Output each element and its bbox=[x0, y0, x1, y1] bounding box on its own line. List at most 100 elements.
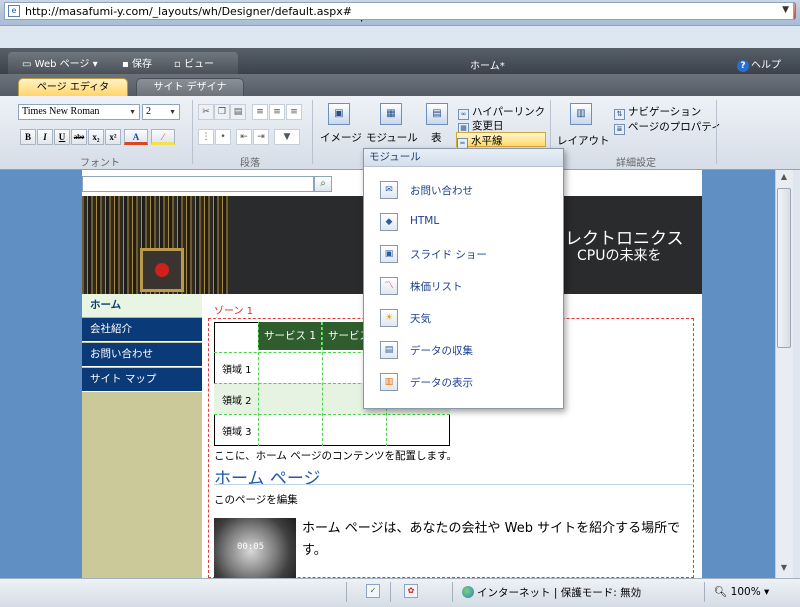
align-left-icon[interactable]: ≡ bbox=[252, 104, 268, 120]
insert-table-button[interactable]: 表 bbox=[431, 130, 442, 145]
align-center-icon[interactable]: ≡ bbox=[269, 104, 285, 120]
chevron-down-icon: ▼ bbox=[169, 108, 176, 116]
outdent-icon[interactable]: ⇤ bbox=[236, 129, 252, 145]
strikethrough-button[interactable]: abe bbox=[71, 129, 87, 145]
font-size-value: 2 bbox=[146, 106, 151, 117]
zoom-control[interactable]: 🔍︎ 100% ▾ bbox=[714, 585, 769, 598]
module-item-data-view[interactable]: ▥ データの表示 bbox=[364, 367, 563, 397]
nav-item-about[interactable]: 会社紹介 bbox=[82, 318, 202, 342]
view-icon: ▫ bbox=[174, 59, 184, 70]
banner-subtitle: CPUの未来を bbox=[577, 248, 662, 264]
indent-icon[interactable]: ⇥ bbox=[253, 129, 269, 145]
font-name-select[interactable]: Times New Roman ▼ bbox=[18, 104, 140, 120]
numbered-list-icon[interactable]: ⋮ bbox=[198, 129, 214, 145]
hyperlink-label: ハイパーリンク bbox=[472, 106, 546, 118]
status-divider bbox=[452, 582, 453, 602]
address-url[interactable]: http://masafumi-y.com/_layouts/wh/Design… bbox=[25, 5, 352, 18]
module-item-slideshow[interactable]: ▣ スライド ショー bbox=[364, 239, 563, 269]
font-size-select[interactable]: 2 ▼ bbox=[142, 104, 180, 120]
paste-icon[interactable]: ▤ bbox=[230, 104, 246, 120]
module-item-stocks[interactable]: 〽株価リスト bbox=[364, 271, 563, 301]
insert-module-button[interactable]: モジュール bbox=[366, 130, 418, 145]
module-item-label: データの表示 bbox=[410, 377, 473, 389]
paint-bucket-icon[interactable]: ▼ bbox=[274, 129, 300, 145]
module-item-weather[interactable]: ☀ 天気 bbox=[364, 303, 563, 333]
module-item-label: 天気 bbox=[410, 313, 431, 325]
subscript-button[interactable]: x₂ bbox=[88, 129, 104, 145]
bullet-list-icon[interactable]: • bbox=[215, 129, 231, 145]
search-icon[interactable]: ⌕ bbox=[314, 176, 332, 192]
scroll-up-icon[interactable]: ▲ bbox=[776, 172, 792, 186]
status-divider bbox=[390, 582, 391, 602]
image-icon[interactable]: ▣ bbox=[328, 103, 350, 125]
tab-page-editor[interactable]: ページ エディタ bbox=[18, 78, 128, 96]
insert-image-button[interactable]: イメージ bbox=[320, 130, 362, 145]
window-edge bbox=[793, 170, 800, 578]
scroll-down-icon[interactable]: ▼ bbox=[776, 563, 792, 577]
globe-icon bbox=[462, 586, 474, 598]
copy-icon[interactable]: ❐ bbox=[214, 104, 230, 120]
module-icon[interactable]: ▦ bbox=[380, 103, 402, 125]
chevron-down-icon[interactable]: ▼ bbox=[782, 5, 789, 15]
status-bar bbox=[0, 578, 800, 607]
grid-row-label: 領域 3 bbox=[222, 427, 252, 438]
home-heading: ホーム ページ bbox=[214, 469, 321, 489]
module-item-label: スライド ショー bbox=[410, 249, 487, 261]
underline-button[interactable]: U bbox=[54, 129, 70, 145]
placeholder-note: ここに、ホーム ページのコンテンツを配置します。 bbox=[214, 450, 457, 462]
italic-button[interactable]: I bbox=[37, 129, 53, 145]
save-button[interactable]: ▪ 保存 bbox=[122, 55, 152, 70]
scroll-thumb[interactable] bbox=[777, 188, 791, 348]
align-right-icon[interactable]: ≡ bbox=[286, 104, 302, 120]
nav-item-home[interactable]: ホーム bbox=[82, 294, 202, 318]
page-icon: ▭ bbox=[22, 59, 35, 70]
address-field[interactable]: e http://masafumi-y.com/_layouts/wh/Desi… bbox=[4, 2, 794, 20]
navigation-button[interactable]: ⇅ ナビゲーション bbox=[614, 104, 701, 120]
layout-button[interactable]: レイアウト bbox=[557, 133, 610, 148]
save-icon: ▪ bbox=[122, 59, 132, 70]
page-properties-label: ページのプロパティ bbox=[628, 121, 722, 133]
grid-divider bbox=[322, 322, 323, 446]
module-item-data-collect[interactable]: ▤ データの収集 bbox=[364, 335, 563, 365]
module-item-label: データの収集 bbox=[410, 345, 473, 357]
horizontal-line-button[interactable]: ═ 水平線 bbox=[456, 132, 546, 149]
data-collection-icon: ▤ bbox=[380, 341, 398, 359]
search-input[interactable] bbox=[82, 176, 314, 192]
web-page-label: Web ページ bbox=[34, 59, 90, 70]
status-divider bbox=[346, 582, 347, 602]
module-item-contact[interactable]: ✉ お問い合わせ bbox=[364, 175, 563, 205]
status-done-icon[interactable]: ✓ bbox=[366, 584, 380, 598]
status-divider bbox=[704, 582, 705, 602]
page-name: ホーム* bbox=[470, 61, 505, 72]
tab-site-designer[interactable]: サイト デザイナ bbox=[136, 78, 244, 96]
bold-button[interactable]: B bbox=[20, 129, 36, 145]
group-divider bbox=[716, 100, 717, 164]
security-zone-label: インターネット | 保護モード: 無効 bbox=[477, 587, 642, 599]
font-name-value: Times New Roman bbox=[22, 106, 100, 117]
layout-icon[interactable]: ▥ bbox=[570, 103, 592, 125]
font-group-label: フォント bbox=[80, 158, 120, 169]
highlight-button[interactable]: ⁄ bbox=[151, 129, 175, 145]
group-divider bbox=[312, 100, 313, 164]
save-label: 保存 bbox=[131, 59, 152, 70]
help-button[interactable]: ? ヘルプ bbox=[737, 56, 781, 72]
page-icon: e bbox=[8, 5, 20, 17]
zoom-level: 100% bbox=[730, 586, 761, 598]
weather-icon: ☀ bbox=[380, 309, 398, 327]
module-item-html[interactable]: ◆ HTML bbox=[364, 207, 563, 237]
web-page-menu[interactable]: ▭ Web ページ ▾ bbox=[22, 55, 98, 70]
view-button[interactable]: ▫ ビュー bbox=[174, 55, 214, 70]
nav-item-contact[interactable]: お問い合わせ bbox=[82, 343, 202, 367]
view-label: ビュー bbox=[183, 59, 214, 70]
settings-group-label: 詳細設定 bbox=[616, 158, 656, 169]
page-properties-button[interactable]: ≣ ページのプロパティ bbox=[614, 119, 722, 135]
nav-item-sitemap[interactable]: サイト マップ bbox=[82, 368, 202, 392]
slideshow-icon: ▣ bbox=[380, 245, 398, 263]
table-icon[interactable]: ▤ bbox=[426, 103, 448, 125]
security-icon[interactable]: ✿ bbox=[404, 584, 418, 598]
font-color-button[interactable]: A bbox=[124, 129, 148, 145]
grid-row-label: 領域 2 bbox=[222, 396, 252, 407]
security-zone[interactable]: インターネット | 保護モード: 無効 bbox=[462, 585, 641, 600]
cut-icon[interactable]: ✂ bbox=[198, 104, 214, 120]
superscript-button[interactable]: x² bbox=[105, 129, 121, 145]
